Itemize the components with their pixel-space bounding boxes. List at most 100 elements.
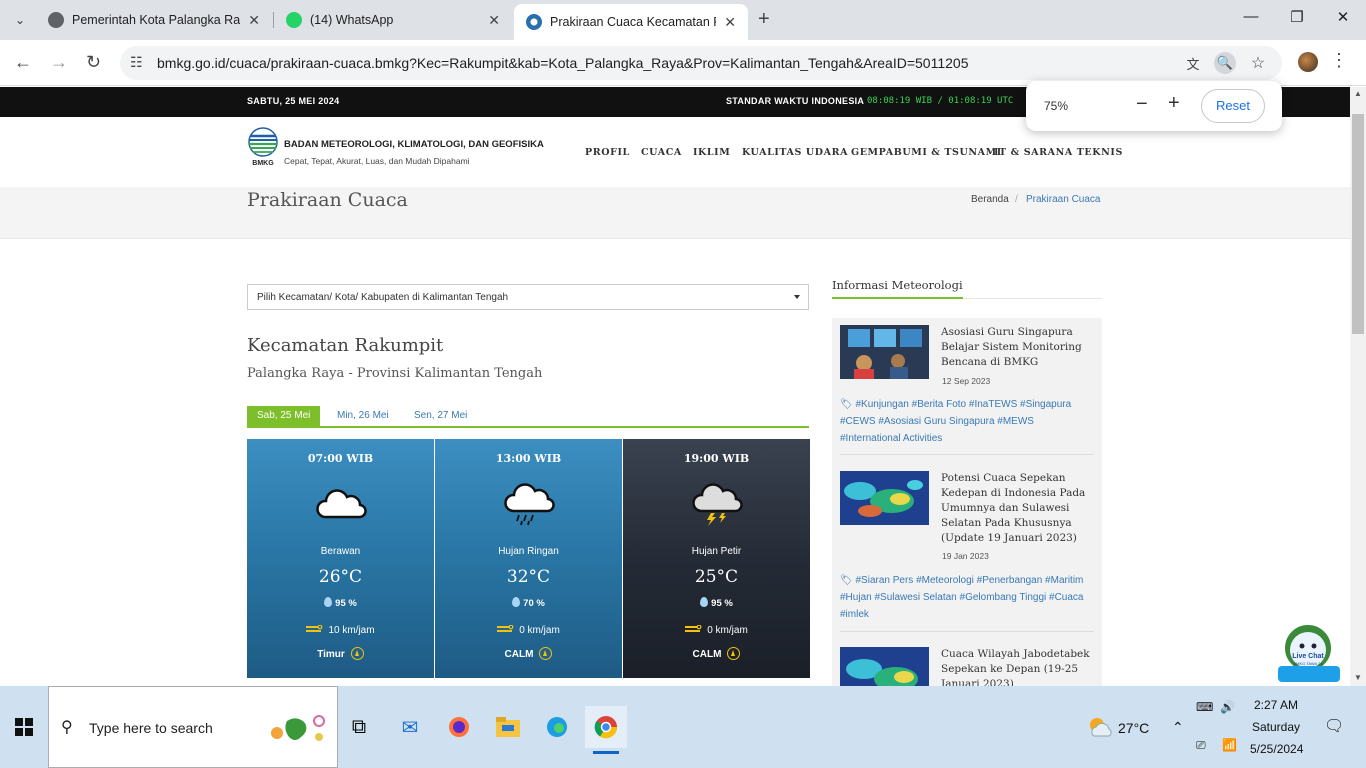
- language-icon[interactable]: ⌨: [1196, 700, 1213, 714]
- network-icon[interactable]: 📶: [1222, 738, 1237, 752]
- forecast-condition: Hujan Ringan: [498, 546, 559, 557]
- water-drop-icon: [700, 597, 709, 607]
- menu-gempabumi-tsunami[interactable]: GEMPABUMI & TSUNAMI: [851, 147, 1002, 158]
- mail-app-icon[interactable]: ✉: [389, 706, 431, 748]
- cloud-icon: [316, 489, 367, 519]
- tab-whatsapp[interactable]: (14) WhatsApp ✕: [274, 4, 512, 36]
- breadcrumb-home[interactable]: Beranda: [971, 194, 1009, 205]
- close-icon[interactable]: ✕: [724, 14, 736, 31]
- forward-button[interactable]: →: [50, 52, 68, 73]
- tab-search-button[interactable]: ⌄: [6, 8, 34, 32]
- chevron-up-icon[interactable]: ⌃: [1172, 719, 1184, 736]
- meet-now-icon[interactable]: ⎚: [1196, 738, 1206, 753]
- taskbar-search-input[interactable]: ⚲ Type here to search: [48, 686, 338, 768]
- browser-menu-icon[interactable]: ⋮: [1330, 50, 1348, 71]
- firefox-app-icon[interactable]: [438, 706, 480, 748]
- close-icon[interactable]: ✕: [248, 12, 260, 29]
- task-view-icon[interactable]: ⧉: [338, 706, 380, 748]
- edge-app-icon[interactable]: [536, 706, 578, 748]
- bmkg-logo[interactable]: BMKG: [247, 127, 279, 167]
- bookmark-star-icon[interactable]: ☆: [1247, 52, 1269, 74]
- news-thumbnail[interactable]: [840, 471, 929, 525]
- organization-tagline: Cepat, Tepat, Akurat, Luas, dan Mudah Di…: [284, 156, 470, 166]
- organization-name: BADAN METEOROLOGI, KLIMATOLOGI, DAN GEOF…: [284, 139, 544, 150]
- omnibox[interactable]: ☷ bmkg.go.id/cuaca/prakiraan-cuaca.bmkg?…: [120, 46, 1282, 80]
- clock-day[interactable]: Saturday: [1252, 720, 1300, 734]
- zoom-popup: 75% − + Reset: [1026, 81, 1282, 131]
- page-title: Prakiraan Cuaca: [247, 189, 408, 211]
- forecast-time: 19:00 WIB: [683, 452, 750, 465]
- forecast-wind: 0 km/jam: [623, 625, 810, 636]
- weather-widget-icon[interactable]: [1086, 716, 1114, 738]
- news-date: 12 Sep 2023: [942, 376, 991, 386]
- news-tags[interactable]: 🏷 #Siaran Pers #Meteorologi #Penerbangan…: [840, 572, 1094, 623]
- translate-icon[interactable]: 文: [1182, 52, 1204, 74]
- menu-profil[interactable]: PROFIL: [585, 147, 630, 158]
- news-date: 19 Jan 2023: [942, 551, 989, 561]
- whatsapp-icon: [286, 12, 302, 28]
- zoom-out-button[interactable]: −: [1136, 93, 1148, 116]
- news-thumbnail[interactable]: [840, 325, 929, 379]
- forecast-card[interactable]: 19:00 WIB Hujan Petir 25°C 95 % 0 km/jam…: [623, 439, 810, 678]
- scroll-down-arrow[interactable]: ▼: [1354, 673, 1362, 682]
- water-drop-icon: [512, 597, 521, 607]
- close-window-button[interactable]: ✕: [1320, 8, 1366, 26]
- news-separator: [840, 631, 1094, 632]
- news-tags[interactable]: 🏷 #Kunjungan #Berita Foto #InaTEWS #Sing…: [840, 396, 1094, 447]
- page-scrollbar[interactable]: ▲ ▼: [1350, 87, 1366, 686]
- tab-day-2[interactable]: Min, 26 Mei: [327, 406, 399, 426]
- zoom-icon[interactable]: 🔍: [1214, 52, 1236, 74]
- notification-icon[interactable]: 🗨: [1324, 716, 1344, 736]
- page-banner: Prakiraan Cuaca Beranda / Prakiraan Cuac…: [0, 187, 1350, 239]
- location-select[interactable]: Pilih Kecamatan/ Kota/ Kabupaten di Kali…: [247, 284, 809, 310]
- windows-start-icon[interactable]: [15, 718, 33, 736]
- forecast-temperature: 26°C: [318, 567, 363, 587]
- reload-button[interactable]: ↻: [86, 52, 101, 73]
- site-settings-icon[interactable]: ☷: [130, 54, 143, 71]
- news-item[interactable]: Asosiasi Guru Singapura Belajar Sistem M…: [840, 325, 1094, 465]
- back-button[interactable]: ←: [14, 52, 32, 73]
- profile-avatar[interactable]: [1298, 52, 1318, 72]
- news-item[interactable]: Cuaca Wilayah Jabodetabek Sepekan ke Dep…: [840, 647, 1094, 686]
- news-thumbnail[interactable]: [840, 647, 929, 686]
- news-title[interactable]: Asosiasi Guru Singapura Belajar Sistem M…: [941, 325, 1091, 370]
- svg-text:Live Chat: Live Chat: [1292, 653, 1324, 660]
- forecast-time: 07:00 WIB: [307, 452, 374, 465]
- news-item[interactable]: Potensi Cuaca Sepekan Kedepan di Indones…: [840, 471, 1094, 632]
- news-title[interactable]: Cuaca Wilayah Jabodetabek Sepekan ke Dep…: [941, 647, 1091, 686]
- standard-time-label: STANDAR WAKTU INDONESIA: [726, 96, 865, 106]
- clock-time[interactable]: 2:27 AM: [1254, 698, 1298, 712]
- url-text[interactable]: bmkg.go.id/cuaca/prakiraan-cuaca.bmkg?Ke…: [157, 55, 968, 71]
- day-tabs: Sab, 25 Mei Min, 26 Mei Sen, 27 Mei: [247, 406, 809, 428]
- zoom-reset-button[interactable]: Reset: [1201, 89, 1265, 123]
- close-icon[interactable]: ✕: [488, 12, 500, 29]
- file-explorer-icon[interactable]: [487, 706, 529, 748]
- tab-day-1[interactable]: Sab, 25 Mei: [247, 406, 321, 426]
- menu-iklim[interactable]: IKLIM: [693, 147, 730, 158]
- digital-clock: 08:08:19 WIB / 01:08:19 UTC: [867, 96, 1014, 106]
- menu-cuaca[interactable]: CUACA: [641, 147, 682, 158]
- live-chat-widget[interactable]: Live Chat BMKG TAWA 24: [1276, 618, 1342, 684]
- tab-prakiraan-cuaca[interactable]: Prakiraan Cuaca Kecamatan Rakumpit ✕: [514, 4, 748, 40]
- forecast-condition: Hujan Petir: [691, 546, 742, 557]
- forecast-wind-direction: Timur: [247, 647, 434, 660]
- news-title[interactable]: Potensi Cuaca Sepekan Kedepan di Indones…: [941, 471, 1091, 546]
- tab-pemerintah-kota[interactable]: Pemerintah Kota Palangka Raya ✕: [36, 4, 272, 36]
- restore-button[interactable]: ❐: [1274, 8, 1320, 26]
- scroll-up-arrow[interactable]: ▲: [1354, 89, 1362, 98]
- scrollbar-thumb[interactable]: [1352, 114, 1364, 334]
- sidebar-title: Informasi Meteorologi: [832, 278, 963, 299]
- chrome-app-icon[interactable]: [585, 706, 627, 754]
- forecast-card[interactable]: 07:00 WIB Berawan 26°C 95 % 10 km/jam Ti…: [247, 439, 434, 678]
- menu-kualitas-udara[interactable]: KUALITAS UDARA: [742, 147, 848, 158]
- forecast-temperature: 32°C: [506, 567, 551, 587]
- zoom-in-button[interactable]: +: [1168, 92, 1180, 115]
- tab-day-3[interactable]: Sen, 27 Mei: [404, 406, 477, 426]
- new-tab-button[interactable]: +: [758, 8, 770, 31]
- minimize-button[interactable]: —: [1228, 8, 1274, 25]
- speaker-icon[interactable]: 🔊: [1220, 700, 1235, 714]
- forecast-card[interactable]: 13:00 WIB Hujan Ringan 32°C 70 % 0 km/ja…: [435, 439, 622, 678]
- menu-it-sarana-teknis[interactable]: IT & SARANA TEKNIS: [994, 147, 1123, 158]
- clock-date[interactable]: 5/25/2024: [1250, 742, 1303, 756]
- weather-temperature[interactable]: 27°C: [1118, 720, 1149, 736]
